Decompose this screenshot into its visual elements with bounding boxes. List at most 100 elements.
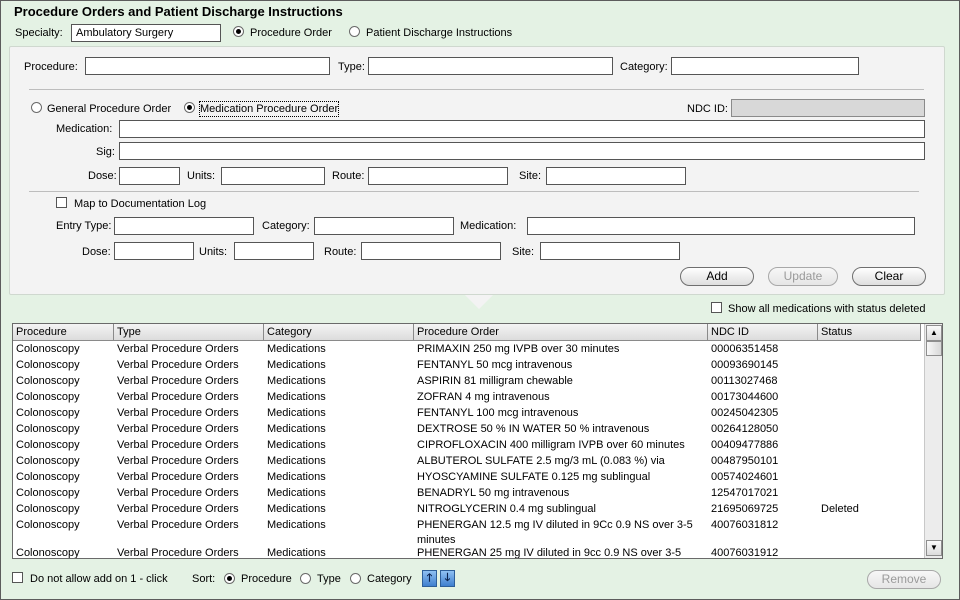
map-to-documentation-log-label: Map to Documentation Log <box>74 198 207 210</box>
dose-field[interactable] <box>119 167 180 185</box>
table-header: Procedure Type Category Procedure Order … <box>13 324 921 341</box>
sort-procedure-label: Procedure <box>241 573 292 585</box>
cell-procedure: Colonoscopy <box>16 439 80 451</box>
table-scrollbar[interactable]: ▲ ▼ <box>924 324 942 558</box>
ndc-id-label: NDC ID: <box>687 103 728 115</box>
sort-ascending-icon[interactable]: 🡑 <box>422 570 437 587</box>
table-row[interactable]: Colonoscopy Verbal Procedure Orders Medica… <box>13 437 921 453</box>
cell-status <box>818 485 921 501</box>
sort-descending-icon[interactable]: 🡓 <box>440 570 455 587</box>
cell-category: Medications <box>267 519 326 531</box>
cell-procedure-order: NITROGLYCERIN 0.4 mg sublingual <box>417 503 596 515</box>
table-row[interactable]: Colonoscopy Verbal Procedure Orders Medica… <box>13 469 921 485</box>
cell-procedure: Colonoscopy <box>16 519 80 531</box>
cell-category: Medications <box>267 439 326 451</box>
doc-site-field[interactable] <box>540 242 680 260</box>
column-header-type[interactable]: Type <box>114 324 264 341</box>
sort-procedure-radio[interactable] <box>224 573 235 584</box>
cell-ndc-id: 00173044600 <box>711 391 779 403</box>
table-row[interactable]: Colonoscopy Verbal Procedure Orders Medica… <box>13 517 921 545</box>
cell-procedure: Colonoscopy <box>16 391 80 403</box>
cell-type: Verbal Procedure Orders <box>117 391 239 403</box>
cell-category: Medications <box>267 375 326 387</box>
table-row[interactable]: Colonoscopy Verbal Procedure Orders Medica… <box>13 357 921 373</box>
scroll-thumb[interactable] <box>926 341 942 356</box>
doc-category-field[interactable] <box>314 217 454 235</box>
doc-route-field[interactable] <box>361 242 501 260</box>
do-not-allow-add-checkbox[interactable] <box>12 572 23 583</box>
doc-route-label: Route: <box>324 246 357 258</box>
sig-label: Sig: <box>96 146 115 158</box>
medication-procedure-order-radio[interactable] <box>184 102 195 113</box>
doc-units-field[interactable] <box>234 242 314 260</box>
column-header-procedure-order[interactable]: Procedure Order <box>414 324 708 341</box>
cell-procedure-order: PRIMAXIN 250 mg IVPB over 30 minutes <box>417 343 620 355</box>
cell-type: Verbal Procedure Orders <box>117 547 239 559</box>
cell-procedure: Colonoscopy <box>16 503 80 515</box>
procedure-order-radio[interactable] <box>233 26 244 37</box>
sig-field[interactable] <box>119 142 925 160</box>
sort-type-radio[interactable] <box>300 573 311 584</box>
table-row[interactable]: Colonoscopy Verbal Procedure Orders Medica… <box>13 501 921 517</box>
table-row[interactable]: Colonoscopy Verbal Procedure Orders Medica… <box>13 485 921 501</box>
cell-ndc-id: 00245042305 <box>711 407 779 419</box>
clear-button[interactable]: Clear <box>852 267 926 286</box>
entry-type-field[interactable] <box>114 217 254 235</box>
show-deleted-label: Show all medications with status deleted <box>728 303 926 315</box>
specialty-field[interactable]: Ambulatory Surgery <box>71 24 221 42</box>
cell-type: Verbal Procedure Orders <box>117 487 239 499</box>
discharge-instructions-radio[interactable] <box>349 26 360 37</box>
cell-procedure-order: FENTANYL 100 mcg intravenous <box>417 407 579 419</box>
remove-button[interactable]: Remove <box>867 570 941 589</box>
route-label: Route: <box>332 170 365 182</box>
cell-procedure: Colonoscopy <box>16 375 80 387</box>
table-row[interactable]: Colonoscopy Verbal Procedure Orders Medica… <box>13 373 921 389</box>
table-row[interactable]: Colonoscopy Verbal Procedure Orders Medica… <box>13 405 921 421</box>
medication-field[interactable] <box>119 120 925 138</box>
add-button[interactable]: Add <box>680 267 754 286</box>
cell-type: Verbal Procedure Orders <box>117 375 239 387</box>
cell-ndc-id: 00006351458 <box>711 343 779 355</box>
cell-procedure-order: PHENERGAN 25 mg IV diluted in 9cc 0.9 NS… <box>417 547 682 559</box>
column-header-procedure[interactable]: Procedure <box>13 324 114 341</box>
cell-ndc-id: 00487950101 <box>711 455 779 467</box>
cell-category: Medications <box>267 503 326 515</box>
category-field[interactable] <box>671 57 859 75</box>
cell-status: Deleted <box>821 503 859 515</box>
route-field[interactable] <box>368 167 508 185</box>
cell-type: Verbal Procedure Orders <box>117 439 239 451</box>
cell-ndc-id: 00264128050 <box>711 423 779 435</box>
cell-procedure-order: DEXTROSE 50 % IN WATER 50 % intravenous <box>417 423 650 435</box>
doc-medication-field[interactable] <box>527 217 915 235</box>
site-field[interactable] <box>546 167 686 185</box>
general-procedure-order-radio[interactable] <box>31 102 42 113</box>
column-header-status[interactable]: Status <box>818 324 921 341</box>
cell-type: Verbal Procedure Orders <box>117 471 239 483</box>
cell-ndc-id: 00093690145 <box>711 359 779 371</box>
table-row[interactable]: Colonoscopy Verbal Procedure Orders Medica… <box>13 341 921 357</box>
units-field[interactable] <box>221 167 325 185</box>
cell-procedure-order: CIPROFLOXACIN 400 milligram IVPB over 60… <box>417 439 685 451</box>
general-procedure-order-label: General Procedure Order <box>47 103 172 115</box>
cell-category: Medications <box>267 471 326 483</box>
doc-site-label: Site: <box>512 246 535 258</box>
medication-procedure-order-label: Medication Procedure Order <box>198 101 340 117</box>
show-deleted-checkbox[interactable] <box>711 302 722 313</box>
window-title: Procedure Orders and Patient Discharge I… <box>14 4 343 19</box>
procedure-field[interactable] <box>85 57 330 75</box>
table-row[interactable]: Colonoscopy Verbal Procedure Orders Medica… <box>13 389 921 405</box>
scroll-up-icon[interactable]: ▲ <box>926 325 942 341</box>
column-header-ndc-id[interactable]: NDC ID <box>708 324 818 341</box>
table-row[interactable]: Colonoscopy Verbal Procedure Orders Medica… <box>13 545 921 559</box>
table-row[interactable]: Colonoscopy Verbal Procedure Orders Medica… <box>13 421 921 437</box>
site-label: Site: <box>519 170 542 182</box>
column-header-category[interactable]: Category <box>264 324 414 341</box>
map-to-documentation-log-checkbox[interactable] <box>56 197 67 208</box>
table-row[interactable]: Colonoscopy Verbal Procedure Orders Medica… <box>13 453 921 469</box>
update-button[interactable]: Update <box>768 267 838 286</box>
scroll-down-icon[interactable]: ▼ <box>926 540 942 556</box>
sort-category-radio[interactable] <box>350 573 361 584</box>
type-field[interactable] <box>368 57 613 75</box>
doc-dose-field[interactable] <box>114 242 194 260</box>
specialty-label: Specialty: <box>15 27 63 39</box>
